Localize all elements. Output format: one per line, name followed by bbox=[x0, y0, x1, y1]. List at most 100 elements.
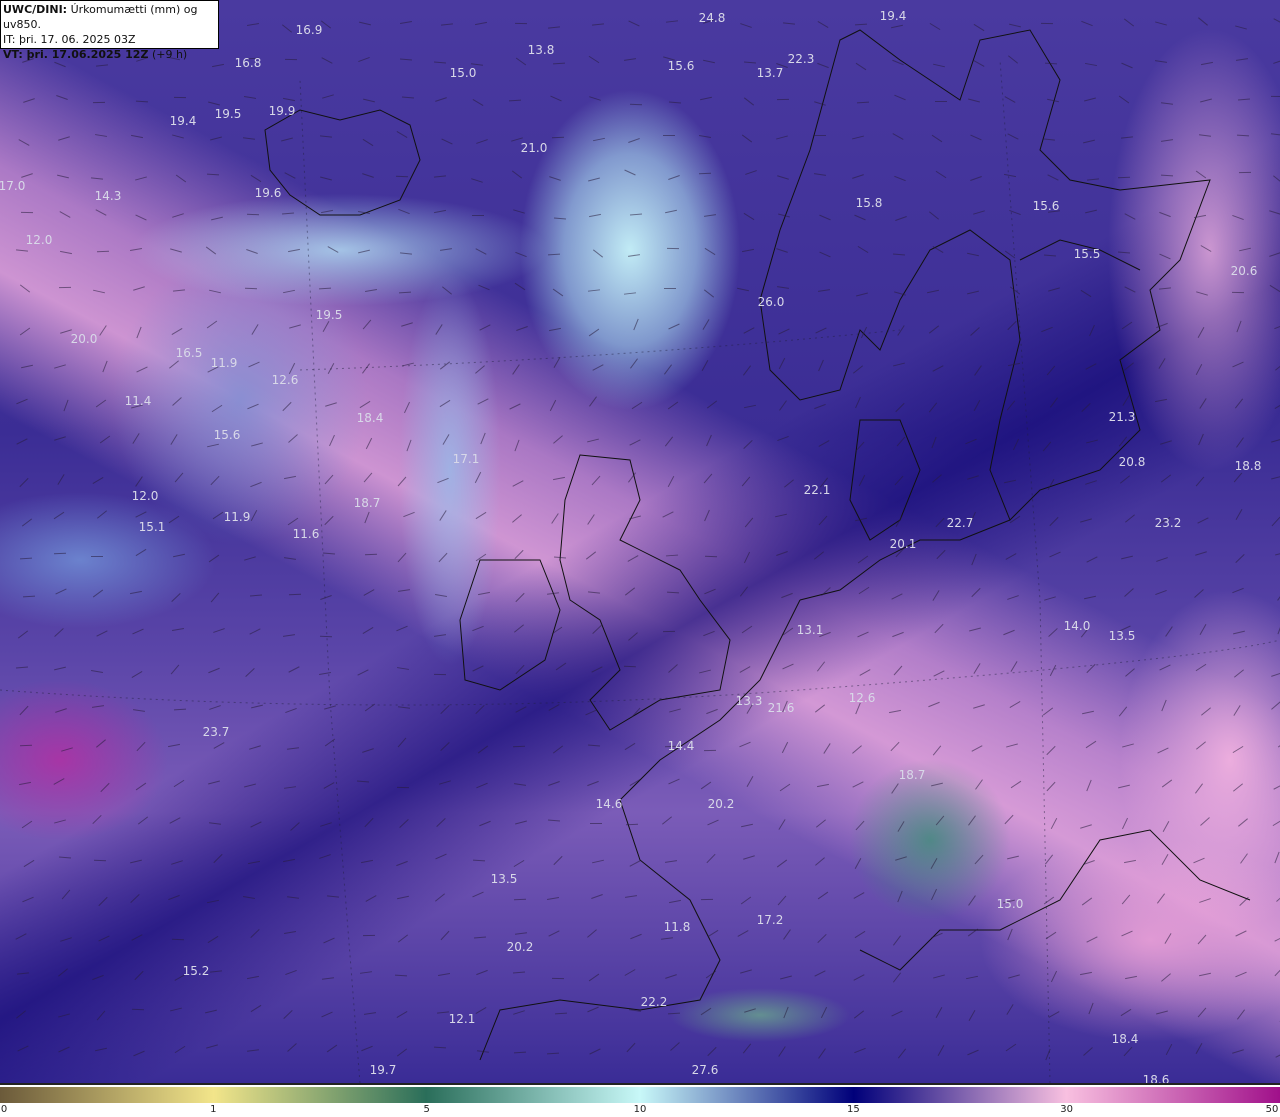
valid-time: VT: þri. 17.06.2025 12Z bbox=[3, 48, 149, 61]
value-label: 20.6 bbox=[1230, 264, 1258, 278]
wind-barb bbox=[668, 1012, 681, 1014]
value-label: 13.7 bbox=[756, 66, 784, 80]
value-label: 14.4 bbox=[667, 739, 695, 753]
wind-barb bbox=[92, 101, 105, 104]
colorbar-tick-label: 0 bbox=[0, 1104, 8, 1115]
wind-barb bbox=[704, 749, 717, 751]
value-label: 15.0 bbox=[996, 897, 1024, 911]
colorbar-tick-label: 5 bbox=[423, 1104, 430, 1115]
value-label: 20.0 bbox=[70, 332, 98, 346]
value-label: 27.6 bbox=[691, 1063, 719, 1077]
lead-time: (+9 h) bbox=[151, 48, 188, 61]
map-title-box: UWC/DINI: Úrkomumætti (mm) og uv850. IT:… bbox=[0, 0, 219, 61]
wind-barb bbox=[589, 822, 602, 824]
value-label: 15.6 bbox=[667, 59, 695, 73]
longitude-line bbox=[299, 79, 361, 1083]
colorbar-tick-label: 30 bbox=[1060, 1104, 1074, 1115]
value-label: 11.8 bbox=[663, 920, 691, 934]
wind-barb bbox=[19, 744, 32, 746]
value-label: 15.6 bbox=[1032, 199, 1060, 213]
value-label: 15.0 bbox=[449, 66, 477, 80]
value-label: 23.7 bbox=[202, 725, 230, 739]
value-label: 13.5 bbox=[1108, 629, 1136, 643]
value-label: 16.5 bbox=[175, 346, 203, 360]
wind-barb bbox=[471, 214, 484, 216]
latitude-line bbox=[0, 639, 1280, 706]
value-label: 11.9 bbox=[210, 356, 238, 370]
colorbar-tick-label: 15 bbox=[846, 1104, 860, 1115]
coastlines bbox=[0, 29, 1280, 1083]
value-label: 15.2 bbox=[182, 964, 210, 978]
value-label: 18.7 bbox=[898, 768, 926, 782]
wind-barb bbox=[433, 1046, 446, 1048]
value-label: 11.9 bbox=[223, 510, 251, 524]
longitude-line bbox=[999, 59, 1051, 1083]
value-label: 18.6 bbox=[1142, 1073, 1170, 1083]
wind-barb bbox=[551, 977, 564, 979]
value-label: 16.8 bbox=[234, 56, 262, 70]
wind-barb bbox=[395, 175, 408, 177]
value-label: 22.1 bbox=[803, 483, 831, 497]
value-label: 11.6 bbox=[292, 527, 320, 541]
value-label: 20.8 bbox=[1118, 455, 1146, 469]
wind-barb bbox=[1238, 171, 1251, 174]
iceland-coast bbox=[264, 109, 421, 216]
wind-barb bbox=[934, 100, 947, 102]
value-label: 16.9 bbox=[295, 23, 323, 37]
colorbar-tick-label: 1 bbox=[210, 1104, 217, 1115]
value-label: 19.7 bbox=[369, 1063, 397, 1077]
wind-barb bbox=[1041, 22, 1054, 24]
wind-barb bbox=[700, 898, 713, 900]
wind-barb bbox=[662, 134, 675, 137]
wind-barb bbox=[663, 630, 676, 632]
value-label: 20.2 bbox=[707, 797, 735, 811]
value-label: 17.1 bbox=[452, 452, 480, 466]
value-label: 15.6 bbox=[213, 428, 241, 442]
value-label: 21.0 bbox=[520, 141, 548, 155]
value-label: 12.6 bbox=[271, 373, 299, 387]
wind-barb bbox=[171, 938, 184, 941]
wind-barb bbox=[515, 22, 528, 24]
value-label: 18.8 bbox=[1234, 459, 1262, 473]
wind-barb bbox=[854, 23, 867, 25]
wind-barb bbox=[630, 103, 643, 105]
value-label: 15.5 bbox=[1073, 247, 1101, 261]
value-label: 12.0 bbox=[25, 233, 53, 247]
value-label: 17.2 bbox=[756, 913, 784, 927]
value-label: 18.4 bbox=[1111, 1032, 1139, 1046]
value-label: 19.4 bbox=[169, 114, 197, 128]
wind-barb bbox=[59, 286, 72, 288]
colorbar: 0 1 5 10 15 30 50 bbox=[0, 1083, 1280, 1117]
value-label: 20.2 bbox=[506, 940, 534, 954]
wind-barb bbox=[1237, 134, 1250, 136]
value-label: 22.2 bbox=[640, 995, 668, 1009]
value-label: 17.0 bbox=[0, 179, 26, 193]
value-label: 23.2 bbox=[1154, 516, 1182, 530]
scandinavia-coast bbox=[759, 29, 1211, 521]
value-label: 21.3 bbox=[1108, 410, 1136, 424]
value-label: 26.0 bbox=[757, 295, 785, 309]
value-label: 12.6 bbox=[848, 691, 876, 705]
colorbar-tick-label: 50 bbox=[1265, 1104, 1279, 1115]
wind-barb bbox=[514, 898, 527, 900]
colorbar-tick-label: 10 bbox=[633, 1104, 647, 1115]
value-label: 14.3 bbox=[94, 189, 122, 203]
wind-barb bbox=[663, 287, 676, 289]
wind-barb bbox=[397, 786, 410, 788]
value-label: 13.1 bbox=[796, 623, 824, 637]
value-label: 13.5 bbox=[490, 872, 518, 886]
model-name: UWC/DINI: bbox=[3, 3, 68, 16]
value-label: 24.8 bbox=[698, 11, 726, 25]
value-label: 13.3 bbox=[735, 694, 763, 708]
value-label: 12.1 bbox=[448, 1012, 476, 1026]
wind-barb bbox=[284, 58, 297, 60]
precipitable-water-map[interactable]: 24.8 19.4 16.9 13.8 15.0 15.6 13.7 22.3 16.8 19.9… bbox=[0, 0, 1280, 1083]
wind-barb bbox=[246, 213, 259, 215]
value-label: 14.6 bbox=[595, 797, 623, 811]
value-label: 13.8 bbox=[527, 43, 555, 57]
latitude-line bbox=[299, 329, 901, 371]
value-label: 22.7 bbox=[946, 516, 974, 530]
value-label: 15.1 bbox=[138, 520, 166, 534]
value-label: 15.8 bbox=[855, 196, 883, 210]
wind-barb bbox=[319, 635, 332, 637]
